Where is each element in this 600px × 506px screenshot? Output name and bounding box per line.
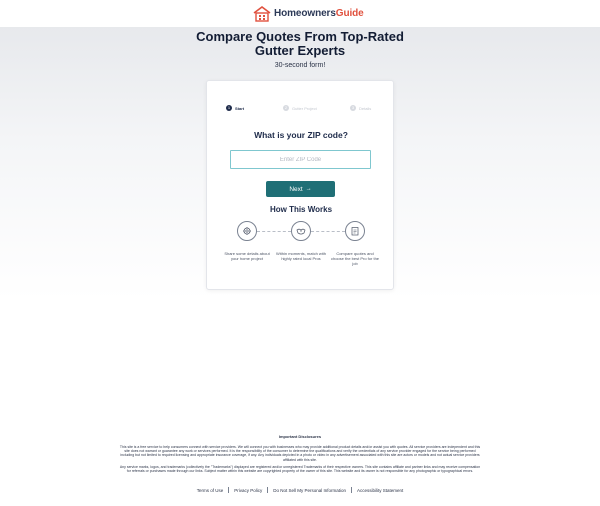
step-gutter-project: 2 Gutter Project <box>283 105 317 111</box>
how-it-works-steps <box>207 221 395 241</box>
step-connector <box>311 231 345 232</box>
page-title-line-2: Gutter Experts <box>254 43 346 58</box>
quote-form-card: 1 Start 2 Gutter Project 3 Details What … <box>206 80 394 290</box>
site-logo[interactable]: HomeownersGuide <box>253 5 364 22</box>
logo-text-accent: Guide <box>335 8 364 19</box>
zip-question: What is your ZIP code? <box>254 130 348 140</box>
page-title-line-1: Compare Quotes From Top-Rated <box>196 29 404 44</box>
wrench-icon <box>237 221 257 241</box>
clipboard-icon <box>345 221 365 241</box>
site-header: HomeownersGuide <box>0 0 600 27</box>
important-disclosures: Important Disclosures This site is a fre… <box>118 434 482 476</box>
next-button-label: Next <box>289 185 303 193</box>
terms-of-use-link[interactable]: Terms of Use <box>192 488 229 493</box>
step-number: 2 <box>283 105 289 111</box>
zip-code-input[interactable] <box>230 150 371 169</box>
next-button[interactable]: Next → <box>266 181 335 197</box>
how-step-2-text: Within moments, match with highly rated … <box>276 251 327 261</box>
step-details: 3 Details <box>350 105 371 111</box>
step-label: Gutter Project <box>292 105 317 111</box>
page-title: Compare Quotes From Top-Rated Gutter Exp… <box>0 30 600 58</box>
step-connector <box>257 231 291 232</box>
arrow-right-icon: → <box>305 186 312 192</box>
footer-links: Terms of Use Privacy Policy Do Not Sell … <box>0 487 600 493</box>
logo-text-main: Homeowners <box>274 8 336 19</box>
disclosures-paragraph-2: Any service marks, logos, and trademarks… <box>119 464 481 474</box>
accessibility-statement-link[interactable]: Accessibility Statement <box>352 488 408 493</box>
step-number: 1 <box>226 105 232 111</box>
house-icon <box>253 5 271 22</box>
logo-text: HomeownersGuide <box>274 8 364 19</box>
page-subtitle: 30-second form! <box>274 62 326 69</box>
step-start: 1 Start <box>226 105 244 111</box>
how-step-3-text: Compare quotes and choose the best Pro f… <box>330 251 380 266</box>
handshake-icon <box>291 221 311 241</box>
step-label: Details <box>359 105 372 111</box>
disclosures-title: Important Disclosures <box>278 434 322 439</box>
disclosures-paragraph-1: This site is a free service to help cons… <box>119 445 481 462</box>
how-it-works-title: How This Works <box>269 205 333 214</box>
privacy-policy-link[interactable]: Privacy Policy <box>229 488 267 493</box>
step-label: Start <box>235 105 245 111</box>
do-not-sell-link[interactable]: Do Not Sell My Personal Information <box>268 488 351 493</box>
step-number: 3 <box>350 105 356 111</box>
how-step-1-text: Share some details about your home proje… <box>224 251 270 261</box>
progress-steps: 1 Start 2 Gutter Project 3 Details <box>207 105 395 115</box>
